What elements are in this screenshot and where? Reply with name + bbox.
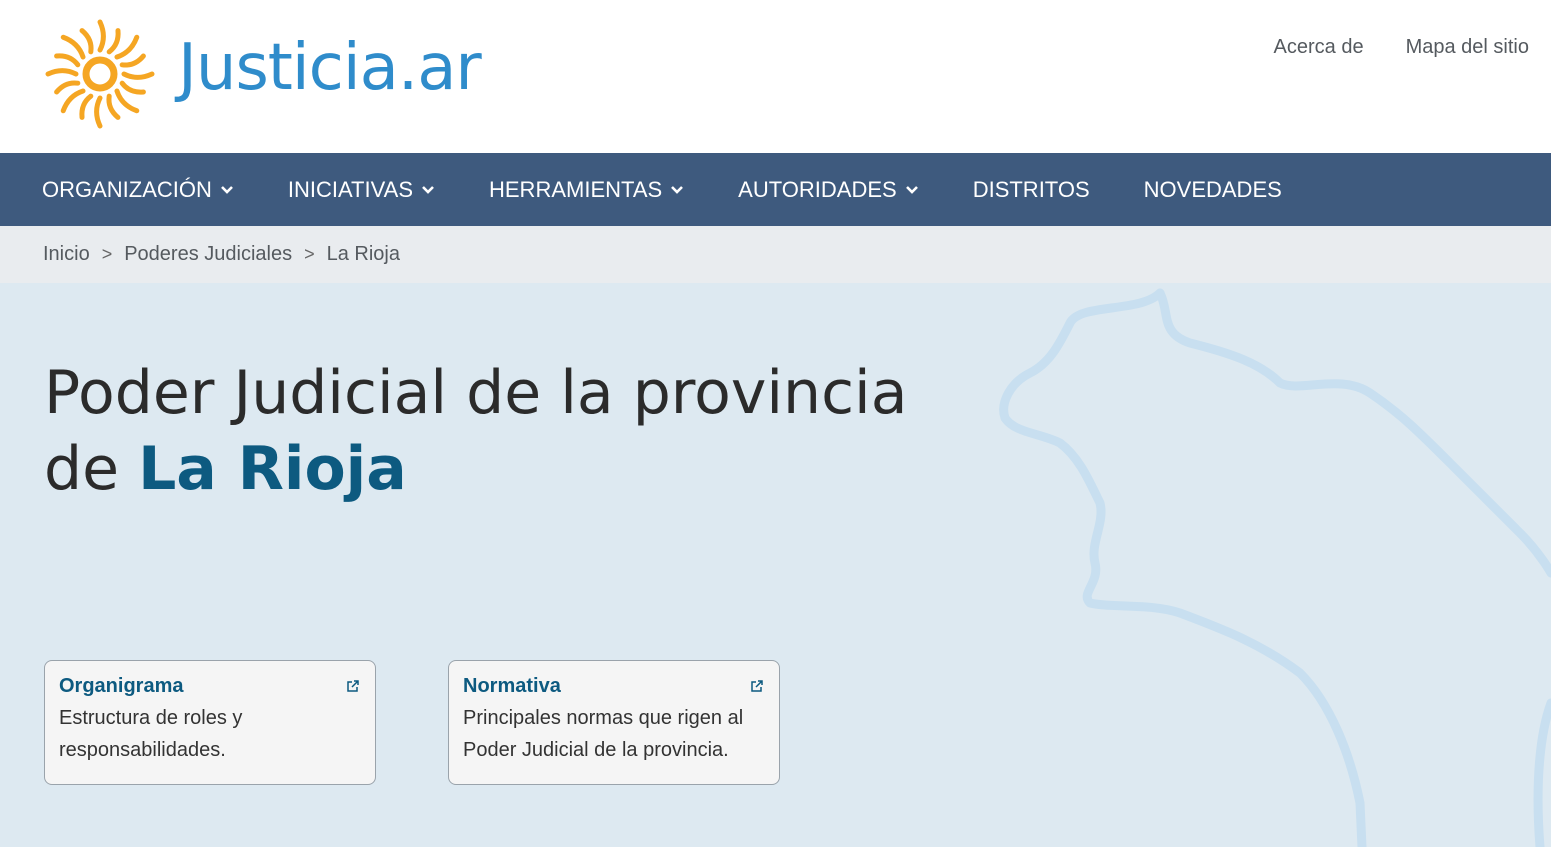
sun-ray [79, 28, 94, 55]
sun-icon [45, 19, 155, 129]
logo-name: Justicia [178, 31, 399, 105]
page-title-line1: Poder Judicial de la provincia [44, 358, 908, 428]
card-normativa[interactable]: Normativa Principales normas que rigen a… [448, 660, 780, 785]
breadcrumb-separator: > [101, 244, 113, 264]
card-description: Principales normas que rigen al Poder Ju… [463, 707, 744, 761]
nav-item-organizacion[interactable]: ORGANIZACIÓN [42, 177, 234, 203]
site-logo[interactable]: Justicia.ar [42, 16, 482, 132]
external-link-icon [751, 680, 763, 692]
sitemap-link[interactable]: Mapa del sitio [1406, 36, 1529, 59]
sun-ray [106, 93, 121, 120]
chevron-down-icon [220, 185, 233, 194]
about-link[interactable]: Acerca de [1274, 36, 1364, 59]
sun-ray [54, 80, 81, 95]
nav-item-label: AUTORIDADES [738, 176, 897, 202]
chevron-down-icon [905, 185, 918, 194]
nav-item-herramientas[interactable]: HERRAMIENTAS [489, 177, 684, 203]
nav-item-label: NOVEDADES [1143, 176, 1282, 202]
sun-ray [60, 88, 86, 114]
nav-item-novedades[interactable]: NOVEDADES [1144, 177, 1282, 203]
nav-item-iniciativas[interactable]: INICIATIVAS [288, 177, 435, 203]
chevron-down-icon [422, 185, 434, 194]
sun-ray [119, 53, 146, 68]
nav-item-label: ORGANIZACIÓN [42, 176, 212, 202]
sun-ray [114, 34, 140, 60]
chevron-down-icon [671, 185, 684, 194]
sun-ray [79, 93, 94, 120]
breadcrumb: Inicio > Poderes Judiciales > La Rioja [0, 226, 1551, 283]
card-organigrama[interactable]: Organigrama Estructura de roles y respon… [44, 660, 376, 785]
nav-item-autoridades[interactable]: AUTORIDADES [738, 177, 919, 203]
card-list: Organigrama Estructura de roles y respon… [44, 660, 780, 785]
sun-ray [45, 68, 79, 77]
card-description: Estructura de roles y responsabilidades. [59, 707, 243, 761]
breadcrumb-inicio[interactable]: Inicio [43, 243, 90, 266]
nav-item-label: DISTRITOS [972, 176, 1090, 202]
page-title-highlight: La Rioja [138, 434, 407, 504]
sun-ray [119, 80, 146, 95]
page-title: Poder Judicial de la provincia de La Rioj… [44, 355, 944, 507]
province-map-outline [999, 288, 1551, 847]
sun-ray [60, 34, 86, 60]
card-title: Organigrama [59, 675, 184, 697]
breadcrumb-poderes-judiciales[interactable]: Poderes Judiciales [124, 243, 292, 266]
sun-ray [54, 53, 81, 68]
hero-section: Poder Judicial de la provincia de La Rioj… [0, 283, 1551, 847]
nav-item-label: HERRAMIENTAS [489, 176, 663, 202]
sun-ray [97, 19, 106, 53]
sun-ray [121, 71, 155, 80]
site-header: Justicia.ar Acerca de Mapa del sitio [0, 0, 1551, 153]
main-nav: ORGANIZACIÓN INICIATIVAS HERRAMIENTAS AU… [0, 153, 1551, 226]
breadcrumb-current: La Rioja [326, 243, 400, 265]
external-link-icon [347, 680, 359, 692]
page-title-prefix: de [44, 434, 139, 504]
nav-item-distritos[interactable]: DISTRITOS [973, 177, 1090, 203]
sun-ray [106, 28, 121, 55]
logo-domain: .ar [397, 31, 482, 105]
sun-ray [94, 95, 103, 129]
sun-ray [114, 88, 140, 114]
top-links: Acerca de Mapa del sitio [1274, 36, 1529, 59]
nav-item-label: INICIATIVAS [287, 176, 413, 202]
logo-wordmark: Justicia.ar [178, 31, 482, 105]
card-title: Normativa [463, 675, 561, 697]
breadcrumb-separator: > [304, 244, 315, 264]
